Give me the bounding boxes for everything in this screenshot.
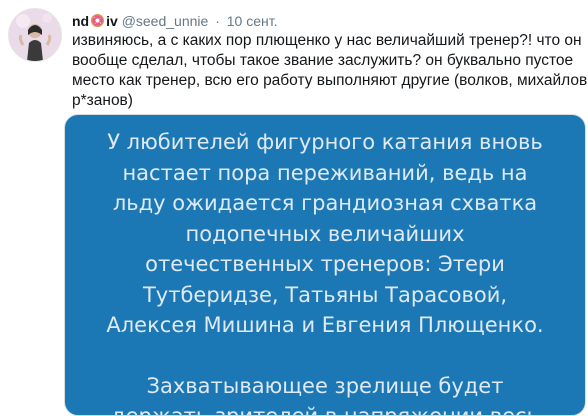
tweet-header: nd iv @seed_unnie · 10 сент. — [72, 12, 278, 30]
image-text-line: Захватывающее зрелище будет — [146, 373, 504, 398]
author-handle[interactable]: @seed_unnie — [122, 13, 209, 29]
image-text-line: держать зрителей в напряжении весь — [111, 404, 539, 416]
image-text: У любителей фигурного катания вновь наст… — [65, 127, 585, 416]
tweet-text-line: вообще сделал, чтобы такое звание заслуж… — [72, 52, 574, 69]
separator-dot: · — [215, 13, 220, 29]
image-text-line: Тутберидзе, Татьяны Тарасовой, — [142, 282, 508, 307]
image-text-gap — [65, 341, 585, 371]
avatar-photo-icon — [9, 9, 61, 61]
tweet: nd iv @seed_unnie · 10 сент. извиняюсь, а… — [0, 0, 588, 416]
tweet-date[interactable]: 10 сент. — [227, 13, 278, 29]
author-name-suffix: iv — [106, 13, 118, 29]
image-text-line: настает пора переживаний, ведь на — [122, 160, 528, 185]
image-text-line: отечественных тренеров: Этери — [145, 252, 505, 276]
avatar[interactable] — [8, 8, 62, 62]
attached-image[interactable]: У любителей фигурного катания вновь наст… — [64, 114, 586, 416]
image-text-line: Алексея Мишина и Евгения Плющенко. — [106, 313, 544, 337]
tweet-text-line: извиняюсь, а с каких пор плющенко у нас … — [72, 32, 582, 49]
tweet-text-line: место как тренер, всю его работу выполня… — [72, 72, 588, 89]
image-text-line: льду ожидается грандиозная схватка — [112, 191, 538, 215]
author-name[interactable]: nd iv — [72, 13, 118, 29]
tweet-text: извиняюсь, а с каких пор плющенко у нас … — [72, 31, 588, 111]
tweet-text-line: р*занов) — [72, 92, 133, 109]
author-name-prefix: nd — [72, 13, 90, 29]
donut-emoji-icon — [91, 13, 105, 28]
image-text-line: У любителей фигурного катания вновь — [107, 130, 543, 154]
image-text-line: подопечных величайших — [185, 221, 465, 246]
